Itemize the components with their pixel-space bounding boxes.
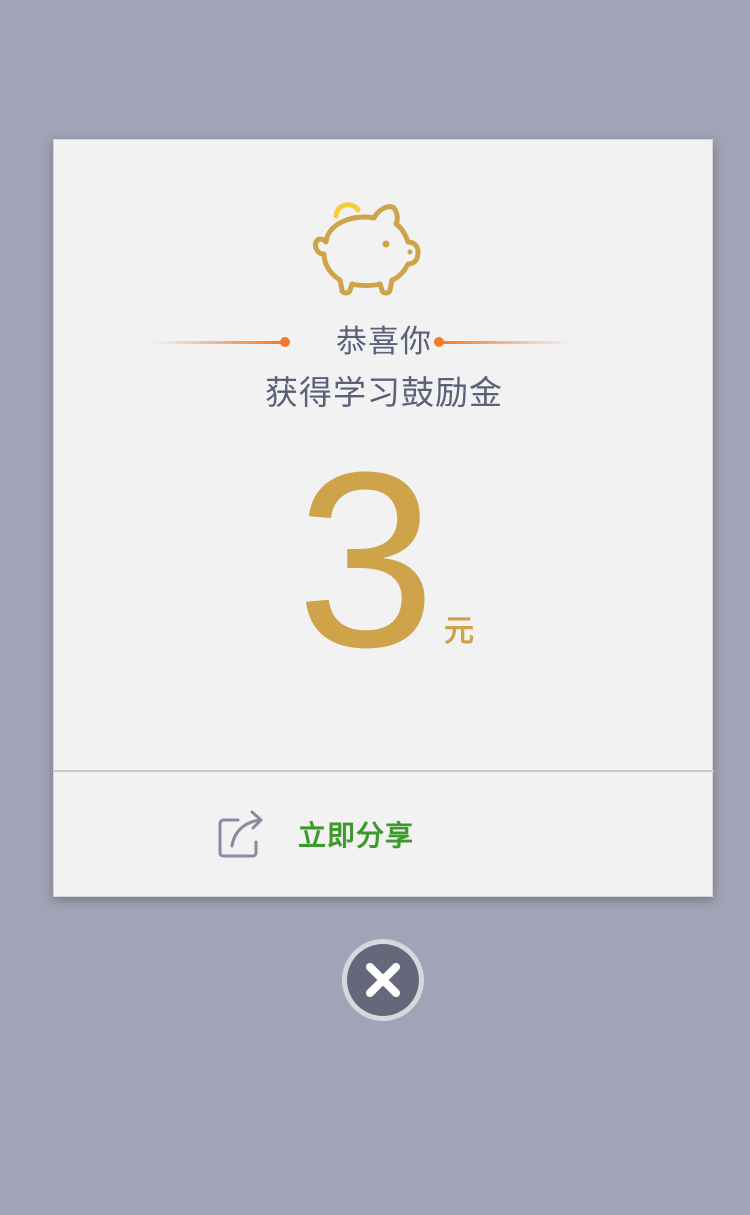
congrats-row: 恭喜你 — [54, 320, 714, 364]
close-button[interactable] — [340, 937, 426, 1023]
piggy-bank-icon — [313, 202, 421, 296]
congrats-text: 恭喜你 — [336, 324, 432, 360]
reward-amount: 3 — [296, 420, 436, 699]
share-icon — [218, 810, 263, 858]
reward-unit: 元 — [444, 614, 474, 649]
share-button[interactable]: 立即分享 — [54, 772, 714, 898]
reward-dialog: 恭喜你 获得学习鼓励金 3 元 立即分享 — [53, 139, 714, 898]
share-label: 立即分享 — [298, 819, 415, 852]
reward-subtitle: 获得学习鼓励金 — [265, 373, 503, 412]
